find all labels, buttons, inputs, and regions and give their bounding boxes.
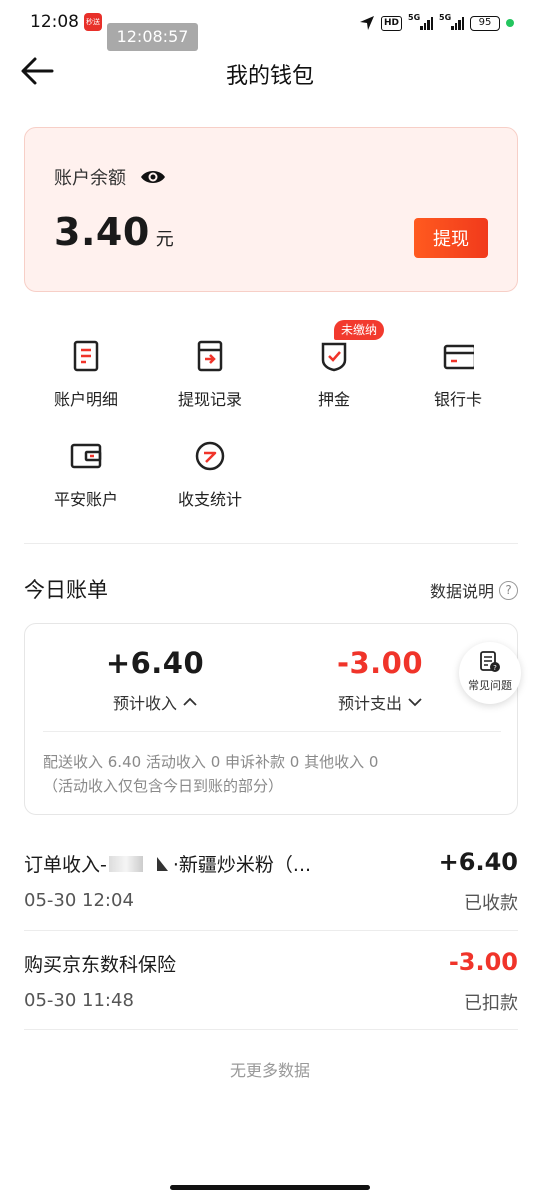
transaction-amount: -3.00: [448, 948, 518, 976]
transaction-title-prefix: 订单收入-: [24, 854, 107, 876]
income-breakdown-note: （活动收入仅包含今日到账的部分）: [43, 777, 284, 795]
chevron-down-icon: [408, 698, 422, 707]
question-icon: ?: [499, 580, 518, 600]
balance-card: 账户余额 3.40 元 提现: [24, 127, 518, 292]
grid-item-label: 收支统计: [177, 490, 242, 509]
grid-item-label: 押金: [317, 390, 350, 409]
eye-icon[interactable]: [140, 168, 166, 186]
grid-item-statistics[interactable]: 收支统计: [148, 430, 272, 510]
today-summary-card: +6.40 预计收入 -3.00 预计支出 配送收入 6.40 活动收入 0 申…: [24, 623, 518, 815]
expense-label: 预计支出: [337, 694, 402, 713]
withdraw-button[interactable]: 提现: [414, 218, 488, 258]
transaction-title-prefix: 购买京东数科保险: [24, 954, 177, 976]
grid-item-label: 账户明细: [53, 390, 118, 409]
page-title: 我的钱包: [225, 64, 314, 89]
income-value: +6.40: [105, 646, 205, 680]
balance-amount: 3.40: [54, 210, 150, 254]
transaction-time: 05-30 12:04: [24, 890, 134, 911]
redacted-block: [108, 855, 143, 872]
transaction-title-suffix: ·新疆炒米粉（...: [172, 854, 312, 876]
hd-icon: HD: [380, 15, 402, 31]
grid-item-pingan-account[interactable]: 平安账户: [24, 430, 148, 510]
document-icon: [73, 340, 99, 372]
expense-value: -3.00: [336, 646, 424, 680]
signal-icon-2: 5G: [439, 13, 464, 30]
balance-label: 账户余额: [54, 168, 126, 189]
status-time: 12:08: [30, 12, 79, 32]
shield-check-icon: [321, 342, 347, 372]
transaction-title: 订单收入- ·新疆炒米粉（...: [24, 850, 311, 877]
wallet-icon: [70, 443, 102, 469]
app-header: 我的钱包: [0, 44, 540, 100]
transaction-title: 购买京东数科保险: [24, 950, 176, 977]
signal-icon: 5G: [408, 13, 433, 30]
grid-item-deposit[interactable]: 未缴纳 押金: [272, 320, 396, 410]
faq-document-icon: ?: [480, 651, 500, 672]
balance-unit: 元: [155, 229, 174, 250]
withdraw-record-icon: [197, 340, 223, 372]
grid-item-withdraw-record[interactable]: 提现记录: [148, 330, 272, 410]
app-notification-icon: 秒送: [84, 13, 102, 31]
faq-button[interactable]: ? 常见问题: [459, 642, 521, 704]
redacted-mark: [156, 856, 168, 871]
transaction-time: 05-30 11:48: [24, 990, 134, 1011]
faq-label: 常见问题: [468, 679, 512, 692]
transaction-status: 已扣款: [464, 993, 518, 1014]
data-description-label: 数据说明: [429, 582, 494, 601]
svg-text:?: ?: [493, 664, 497, 672]
location-icon: [359, 16, 374, 30]
list-divider: [24, 1029, 518, 1030]
income-toggle[interactable]: 预计收入: [55, 690, 255, 714]
grid-item-account-detail[interactable]: 账户明细: [24, 330, 148, 410]
transaction-amount: +6.40: [438, 848, 518, 876]
income-label: 预计收入: [112, 694, 177, 713]
transaction-row[interactable]: 订单收入- ·新疆炒米粉（... 05-30 12:04 +6.40 已收款: [24, 830, 518, 930]
grid-item-bank-card[interactable]: 银行卡: [396, 330, 520, 410]
active-dot-icon: [506, 19, 514, 27]
bank-card-icon: [443, 344, 474, 370]
battery-icon: 95: [470, 15, 500, 31]
transaction-status: 已收款: [464, 893, 518, 914]
transaction-row[interactable]: 购买京东数科保险 05-30 11:48 -3.00 已扣款: [24, 930, 518, 1030]
today-bill-title: 今日账单: [24, 578, 108, 602]
deposit-unpaid-badge: 未缴纳: [334, 320, 385, 340]
grid-item-label: 提现记录: [177, 390, 242, 409]
income-summary: +6.40 预计收入: [55, 646, 255, 714]
grid-item-label: 平安账户: [53, 490, 118, 509]
chevron-up-icon: [183, 697, 197, 706]
grid-item-label: 银行卡: [433, 390, 482, 409]
expense-toggle[interactable]: 预计支出: [280, 690, 480, 714]
gauge-icon: [195, 441, 225, 471]
home-indicator[interactable]: [170, 1185, 370, 1190]
expense-summary: -3.00 预计支出: [280, 646, 480, 714]
income-breakdown: 配送收入 6.40 活动收入 0 申诉补款 0 其他收入 0 （活动收入仅包含今…: [43, 750, 378, 798]
status-bar: 12:08 秒送 12:08:57 HD 5G 5G 95: [0, 0, 540, 51]
section-divider: [24, 543, 518, 544]
income-breakdown-line: 配送收入 6.40 活动收入 0 申诉补款 0 其他收入 0: [43, 753, 379, 771]
data-description-link[interactable]: 数据说明 ?: [430, 578, 518, 602]
no-more-data-text: 无更多数据: [229, 1061, 310, 1080]
summary-divider: [43, 731, 501, 732]
status-indicators: HD 5G 5G 95: [359, 13, 514, 33]
